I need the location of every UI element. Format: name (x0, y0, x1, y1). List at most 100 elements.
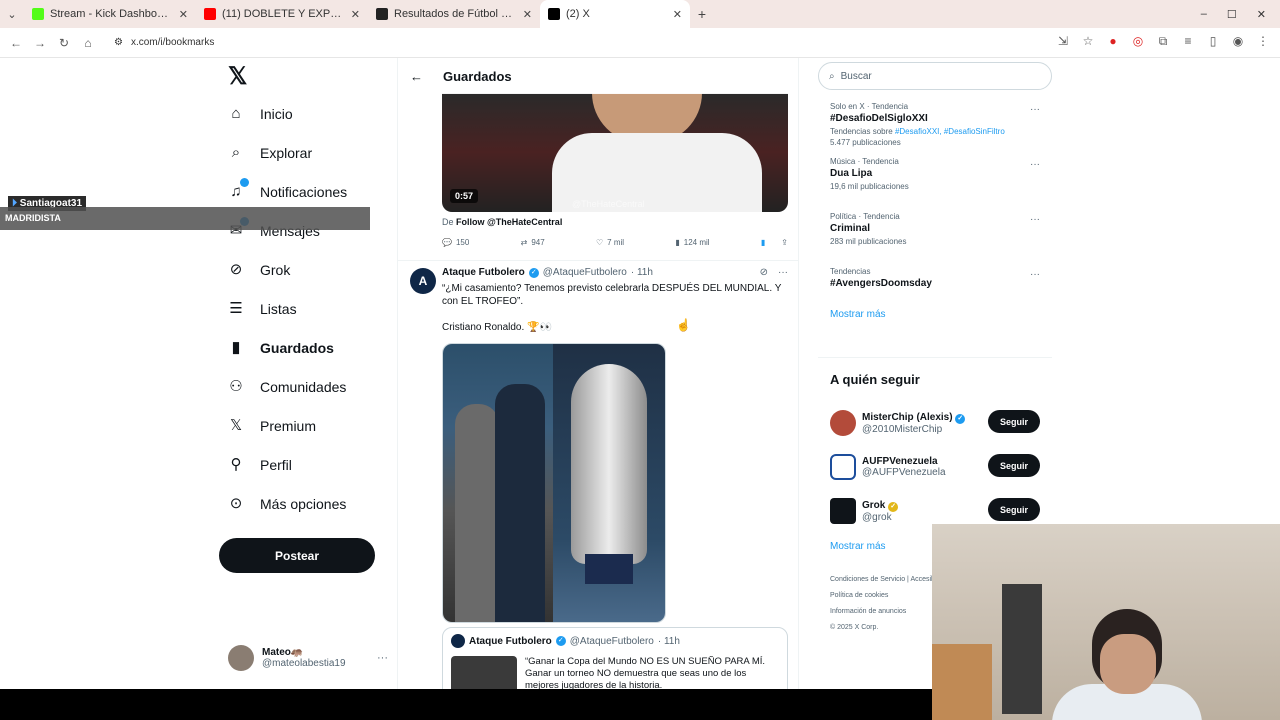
avatar (830, 410, 856, 436)
grok-small-icon[interactable]: ⊘ (760, 267, 768, 278)
more-dots-icon[interactable]: ··· (1030, 159, 1040, 170)
trend-title: #DesafioDelSigloXXI (830, 113, 928, 124)
minimize-icon[interactable]: – (1201, 8, 1207, 20)
browser-tab-kick[interactable]: Stream - Kick Dashboard ✕ (24, 0, 196, 28)
kick-favicon-icon (32, 8, 44, 20)
user-handle: @mateolabestia19 (262, 658, 346, 669)
more-dots-icon[interactable]: ··· (1030, 104, 1040, 115)
menu-icon[interactable]: ⋮ (1256, 34, 1270, 48)
tweet-handle[interactable]: @AtaqueFutbolero (543, 267, 627, 278)
new-tab-icon[interactable]: + (690, 6, 714, 22)
tweet-actions: 💬 150 ⇄ 947 ♡ 7 mil ▮ 124 mil ▮ ⇪ (442, 238, 788, 247)
nav-item-inicio[interactable]: ⌂ Inicio (228, 94, 388, 133)
back-icon[interactable]: ← (4, 36, 28, 50)
star-icon[interactable]: ☆ (1081, 34, 1095, 48)
nav-item-guardados[interactable]: ▮ Guardados (228, 328, 388, 367)
close-tab-icon[interactable]: ✕ (523, 8, 532, 21)
tweet-avatar[interactable]: A (410, 268, 436, 294)
quote-header: Ataque Futbolero ✓ @AtaqueFutbolero · 11… (451, 634, 779, 648)
close-window-icon[interactable]: ✕ (1257, 8, 1266, 21)
like-button[interactable]: ♡ 7 mil (596, 238, 624, 247)
heart-icon: ♡ (595, 238, 604, 247)
show-more-trends-link[interactable]: Mostrar más (830, 309, 1040, 320)
nav-item-listas[interactable]: ☰ Listas (228, 289, 388, 328)
mouse-cursor-icon: ☝ (676, 318, 691, 332)
tweet-time[interactable]: · 11h (631, 267, 653, 278)
browser-tab-x[interactable]: (2) X ✕ (540, 0, 690, 28)
home-browser-icon[interactable]: ⌂ (76, 36, 100, 50)
puzzle-icon[interactable]: ⧉ (1156, 34, 1170, 48)
follow-button[interactable]: Seguir (988, 410, 1040, 433)
nav-item-explorar[interactable]: ⌕ Explorar (228, 133, 388, 172)
follow-suggestion[interactable]: MisterChip (Alexis) ✓ @2010MisterChip Se… (830, 401, 1040, 445)
forward-icon[interactable]: → (28, 36, 52, 50)
install-icon[interactable]: ⇲ (1056, 34, 1070, 48)
more-dots-icon[interactable]: ··· (1030, 269, 1040, 280)
nav-item-premium[interactable]: 𝕏 Premium (228, 406, 388, 445)
follow-button[interactable]: Seguir (988, 498, 1040, 521)
tab-list-icon[interactable]: ⌄ (0, 8, 24, 21)
trend-item[interactable]: Tendencias #AvengersDoomsday ··· (830, 267, 1040, 307)
more-dots-icon[interactable]: ··· (1030, 214, 1040, 225)
footer-link[interactable]: Condiciones de Servicio (830, 576, 905, 583)
bookmark-filled-icon: ▮ (760, 238, 766, 247)
x-favicon-icon (548, 8, 560, 20)
address-bar-row: ← → ↻ ⌂ ⚙ x.com/i/bookmarks ⇲ ☆ ● ◎ ⧉ ≡ … (0, 28, 1280, 58)
trend-related: Tendencias sobre #DesafioXXI, #DesafioSi… (830, 127, 1005, 136)
right-sidebar: ⌕ Buscar Solo en X · Tendencia #DesafioD… (818, 62, 1052, 631)
left-navigation: 𝕏 ⌂ Inicio ⌕ Explorar ♫ Notificaciones ✉… (218, 62, 388, 523)
x-logo-icon[interactable]: 𝕏 (228, 62, 388, 94)
profile-icon[interactable]: ◉ (1231, 34, 1245, 48)
footer-link[interactable]: Información de anuncios (830, 608, 906, 615)
trend-item[interactable]: Música · Tendencia Dua Lipa 19,6 mil pub… (830, 157, 1040, 212)
close-tab-icon[interactable]: ✕ (351, 8, 360, 21)
maximize-icon[interactable]: ☐ (1227, 8, 1237, 21)
media-icon[interactable]: ≡ (1181, 34, 1195, 48)
reload-icon[interactable]: ↻ (52, 36, 76, 50)
search-input[interactable]: ⌕ Buscar (818, 62, 1052, 90)
tweet-author[interactable]: Ataque Futbolero (442, 267, 525, 278)
footer-link[interactable]: Política de cookies (830, 592, 888, 599)
back-arrow-icon[interactable]: ← (410, 69, 423, 84)
tweet-image[interactable] (442, 343, 666, 623)
close-tab-icon[interactable]: ✕ (673, 8, 682, 21)
trend-item[interactable]: Política · Tendencia Criminal 283 mil pu… (830, 212, 1040, 267)
nav-label: Inicio (260, 105, 293, 122)
avatar (228, 645, 254, 671)
quote-avatar (451, 634, 465, 648)
more-dots-icon[interactable]: ··· (778, 267, 788, 278)
nav-item-mas-opciones[interactable]: ⊙ Más opciones (228, 484, 388, 523)
nav-label: Perfil (260, 456, 292, 473)
tab-title: Stream - Kick Dashboard (50, 8, 173, 20)
site-info-icon[interactable]: ⚙ (114, 37, 123, 48)
repost-button[interactable]: ⇄ 947 (521, 238, 545, 247)
nav-label: Explorar (260, 144, 313, 161)
follow-suggestion[interactable]: AUFPVenezuela @AUFPVenezuela Seguir (830, 445, 1040, 489)
browser-tab-youtube[interactable]: (11) DOBLETE Y EXPULSIÓN DE ✕ (196, 0, 368, 28)
sidebar-icon[interactable]: ▯ (1206, 34, 1220, 48)
nav-item-comunidades[interactable]: ⚇ Comunidades (228, 367, 388, 406)
reply-button[interactable]: 💬 150 (442, 238, 469, 247)
video-player[interactable]: 0:57 @TheHateCentral (442, 93, 788, 212)
url-field[interactable]: ⚙ x.com/i/bookmarks (114, 37, 214, 48)
nav-item-grok[interactable]: ⊘ Grok (228, 250, 388, 289)
trend-item[interactable]: Solo en X · Tendencia #DesafioDelSigloXX… (830, 102, 1040, 157)
follow-button[interactable]: Seguir (988, 454, 1040, 477)
views-button[interactable]: ▮ 124 mil (675, 238, 709, 247)
tab-title: Resultados de Fútbol y tabla de (394, 8, 517, 20)
home-icon: ⌂ (231, 104, 241, 122)
quote-time: · 11h (657, 635, 680, 647)
close-tab-icon[interactable]: ✕ (179, 8, 188, 21)
browser-tab-results[interactable]: Resultados de Fútbol y tabla de ✕ (368, 0, 540, 28)
account-switcher[interactable]: Mateo🦛 @mateolabestia19 ··· (228, 645, 388, 671)
opera-icon[interactable]: ◎ (1131, 34, 1145, 48)
more-dots-icon[interactable]: ··· (377, 652, 388, 664)
nav-item-perfil[interactable]: ⚲ Perfil (228, 445, 388, 484)
verified-gold-icon: ✓ (888, 501, 899, 512)
tab-title: (2) X (566, 8, 590, 20)
post-button[interactable]: Postear (219, 538, 375, 573)
bookmark-button[interactable]: ▮ ⇪ (761, 238, 788, 247)
nav-item-notificaciones[interactable]: ♫ Notificaciones (228, 172, 388, 211)
source-link[interactable]: Follow @TheHateCentral (456, 217, 562, 227)
extension-red-icon[interactable]: ● (1106, 34, 1120, 48)
